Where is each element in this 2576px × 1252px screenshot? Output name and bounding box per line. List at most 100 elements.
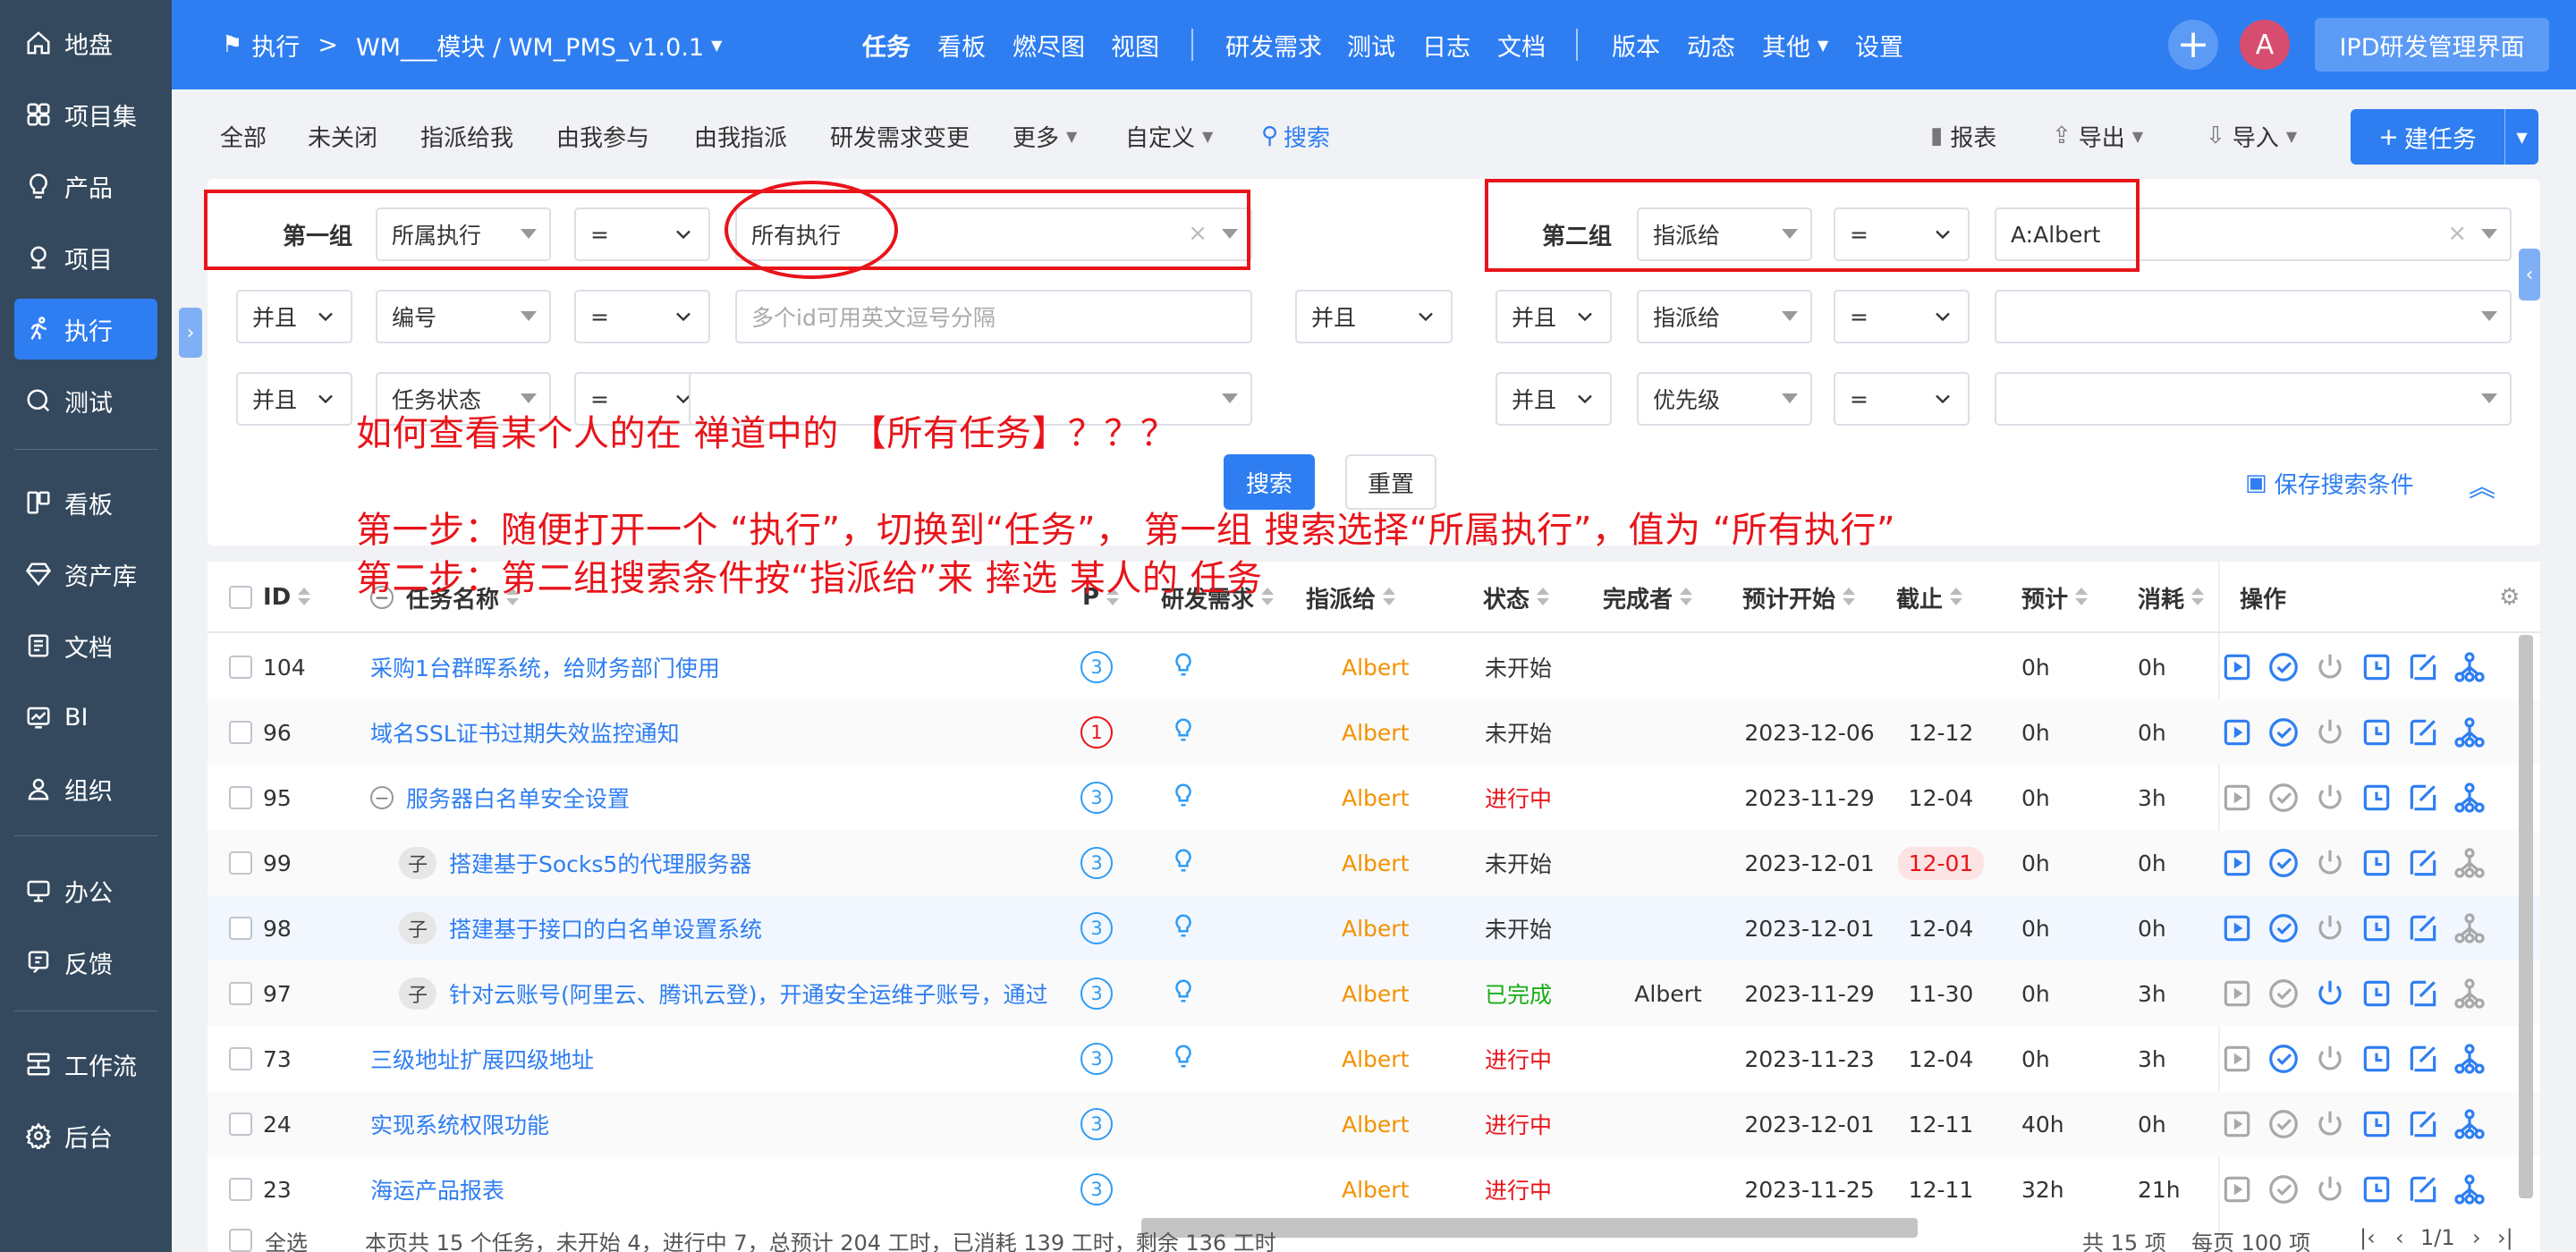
g2-logic-select-2[interactable]: 并且 <box>1496 290 1612 343</box>
edit-icon[interactable] <box>2406 1042 2440 1076</box>
split-icon[interactable] <box>2453 1107 2487 1141</box>
close-icon[interactable]: × <box>2447 220 2467 247</box>
col-est-start[interactable]: 预计开始 <box>1742 562 1856 633</box>
tab-kanban[interactable]: 看板 <box>937 0 986 89</box>
project-switcher[interactable]: WM___模块 / WM_PMS_v1.0.1 <box>356 28 704 63</box>
cell-assigned[interactable]: Albert <box>1342 1027 1467 1091</box>
row-checkbox[interactable] <box>229 851 252 875</box>
pager-next[interactable]: › <box>2472 1225 2481 1250</box>
table-row[interactable]: 73 三级地址扩展四级地址 3 Albert 进行中 2023-11-23 12… <box>208 1027 2540 1091</box>
tab-test[interactable]: 测试 <box>1347 0 1395 89</box>
filter-story-change[interactable]: 研发需求变更 <box>830 114 970 157</box>
power-icon[interactable] <box>2313 781 2347 815</box>
ipd-ui-button[interactable]: IPD研发管理界面 <box>2315 18 2549 72</box>
row-checkbox[interactable] <box>229 656 252 679</box>
create-task-main[interactable]: + 建任务 <box>2351 120 2504 155</box>
row-checkbox[interactable] <box>229 786 252 809</box>
tab-view[interactable]: 视图 <box>1111 0 1159 89</box>
task-name-link[interactable]: 三级地址扩展四级地址 <box>370 1043 594 1075</box>
lightbulb-icon[interactable] <box>1170 651 1197 683</box>
edit-icon[interactable] <box>2406 1172 2440 1206</box>
sidebar-item-assetlib[interactable]: 资产库 <box>14 544 157 605</box>
row-checkbox[interactable] <box>229 1112 252 1136</box>
play-icon[interactable] <box>2220 650 2254 684</box>
task-name-link[interactable]: 服务器白名单安全设置 <box>406 782 630 814</box>
sidebar-item-execution[interactable]: 执行 <box>14 299 157 360</box>
power-icon[interactable] <box>2313 650 2347 684</box>
clock-icon[interactable] <box>2360 781 2394 815</box>
task-name-link[interactable]: 采购1台群晖系统，给财务部门使用 <box>370 651 720 683</box>
check-circle-icon[interactable] <box>2267 911 2301 945</box>
col-deadline[interactable]: 截止 <box>1896 562 1963 633</box>
cell-assigned[interactable]: Albert <box>1342 1157 1467 1222</box>
search-toggle[interactable]: ⚲ 搜索 <box>1261 114 1330 157</box>
power-icon[interactable] <box>2313 846 2347 880</box>
tab-settings[interactable]: 设置 <box>1855 0 1903 89</box>
task-name-link[interactable]: 搭建基于Socks5的代理服务器 <box>449 847 751 879</box>
cell-assigned[interactable]: Albert <box>1342 896 1467 960</box>
lightbulb-icon[interactable] <box>1170 977 1197 1010</box>
task-name-link[interactable]: 实现系统权限功能 <box>370 1108 549 1140</box>
save-search-button[interactable]: ▣ 保存搜索条件 <box>2245 461 2414 504</box>
collapse-search-button[interactable]: ︽ <box>2469 465 2496 504</box>
filter-more[interactable]: 更多 ▼ <box>1013 114 1077 157</box>
g2-op-select-3[interactable]: = <box>1834 372 1970 426</box>
filter-assigned-by-me[interactable]: 由我指派 <box>694 114 787 157</box>
export-button[interactable]: ⇪ 导出 ▼ <box>2052 114 2143 157</box>
play-icon[interactable] <box>2220 715 2254 749</box>
g1-id-input[interactable]: 多个id可用英文逗号分隔 <box>735 290 1252 343</box>
clock-icon[interactable] <box>2360 715 2394 749</box>
sidebar-item-office[interactable]: 办公 <box>14 860 157 921</box>
g1-field-select-2[interactable]: 编号 <box>376 290 551 343</box>
sidebar-item-kanban[interactable]: 看板 <box>14 472 157 533</box>
tab-story[interactable]: 研发需求 <box>1225 0 1322 89</box>
power-icon[interactable] <box>2313 911 2347 945</box>
g2-logic-select-3[interactable]: 并且 <box>1496 372 1612 426</box>
select-all-checkbox[interactable] <box>229 586 252 609</box>
sidebar-item-test[interactable]: 测试 <box>14 370 157 431</box>
g1-op-select-2[interactable]: = <box>574 290 710 343</box>
quick-create-button[interactable]: + <box>2168 20 2218 70</box>
sidebar-item-doc[interactable]: 文档 <box>14 615 157 676</box>
report-button[interactable]: ▮ 报表 <box>1930 114 1996 157</box>
split-icon[interactable] <box>2453 977 2487 1011</box>
task-name-link[interactable]: 域名SSL证书过期失效监控通知 <box>370 716 680 749</box>
task-name-link[interactable]: 搭建基于接口的白名单设置系统 <box>449 912 762 944</box>
edit-icon[interactable] <box>2406 911 2440 945</box>
pager-last[interactable]: ›| <box>2497 1225 2513 1250</box>
row-checkbox[interactable] <box>229 1178 252 1201</box>
sidebar-item-bi[interactable]: BI <box>14 687 157 748</box>
g2-value-select-3[interactable] <box>1995 372 2512 426</box>
edit-icon[interactable] <box>2406 1107 2440 1141</box>
create-task-dropdown[interactable]: ▼ <box>2504 109 2538 165</box>
clock-icon[interactable] <box>2360 977 2394 1011</box>
tab-log[interactable]: 日志 <box>1422 0 1470 89</box>
sidebar-item-admin[interactable]: 后台 <box>14 1105 157 1166</box>
row-checkbox[interactable] <box>229 1047 252 1070</box>
lightbulb-icon[interactable] <box>1170 1043 1197 1075</box>
table-row[interactable]: 98 子搭建基于接口的白名单设置系统 3 Albert 未开始 2023-12-… <box>208 896 2540 960</box>
lightbulb-icon[interactable] <box>1170 716 1197 749</box>
split-icon[interactable] <box>2453 715 2487 749</box>
tab-burndown[interactable]: 燃尽图 <box>1013 0 1085 89</box>
split-icon[interactable] <box>2453 650 2487 684</box>
filter-involved[interactable]: 由我参与 <box>556 114 649 157</box>
task-name-link[interactable]: 针对云账号(阿里云、腾讯云登)，开通安全运维子账号，通过 <box>449 977 1048 1010</box>
cell-assigned[interactable]: Albert <box>1342 700 1467 765</box>
check-circle-icon[interactable] <box>2267 1107 2301 1141</box>
edit-icon[interactable] <box>2406 781 2440 815</box>
split-icon[interactable] <box>2453 1172 2487 1206</box>
edit-icon[interactable] <box>2406 846 2440 880</box>
split-icon[interactable] <box>2453 1042 2487 1076</box>
filter-unclosed[interactable]: 未关闭 <box>308 114 377 157</box>
sidebar-item-program[interactable]: 项目集 <box>14 84 157 145</box>
sidebar-item-org[interactable]: 组织 <box>14 758 157 819</box>
lightbulb-icon[interactable] <box>1170 912 1197 944</box>
row-checkbox[interactable] <box>229 982 252 1005</box>
group-logic-select[interactable]: 并且 <box>1295 290 1453 343</box>
task-name-link[interactable]: 海运产品报表 <box>370 1173 504 1205</box>
clock-icon[interactable] <box>2360 846 2394 880</box>
check-circle-icon[interactable] <box>2267 1042 2301 1076</box>
split-icon[interactable] <box>2453 911 2487 945</box>
power-icon[interactable] <box>2313 1107 2347 1141</box>
